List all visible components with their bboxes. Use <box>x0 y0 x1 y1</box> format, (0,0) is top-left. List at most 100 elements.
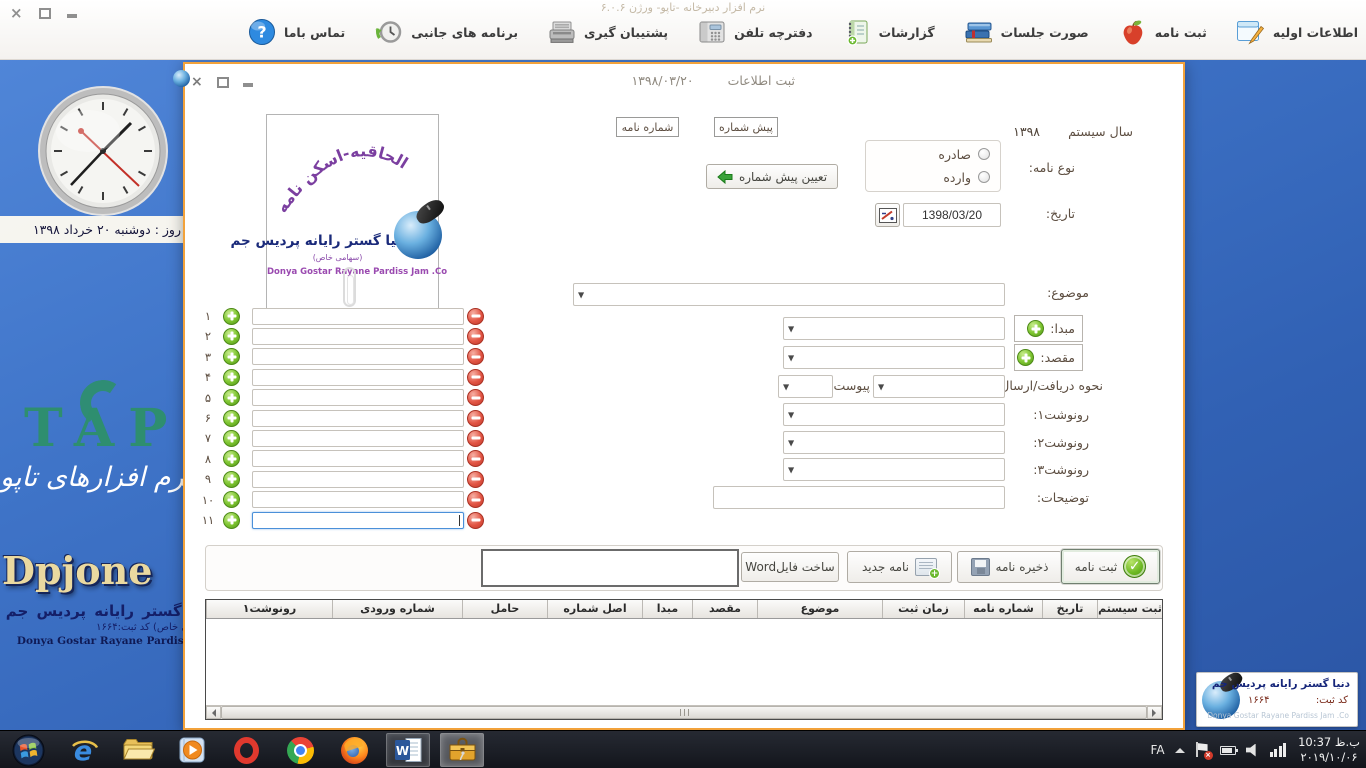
copy2-combobox[interactable]: ▼ <box>783 431 1005 454</box>
scrollbar-thumb[interactable] <box>221 706 1147 719</box>
destination-combobox[interactable]: ▼ <box>783 346 1005 369</box>
taskbar-app-opera[interactable] <box>224 733 268 767</box>
toolbar-item-register-letter[interactable]: ثبت نامه <box>1115 16 1209 48</box>
remove-attachment-icon[interactable] <box>467 389 484 406</box>
remove-attachment-icon[interactable] <box>467 430 484 447</box>
attachment-input[interactable] <box>252 410 464 427</box>
remove-attachment-icon[interactable] <box>467 369 484 386</box>
add-attachment-icon[interactable] <box>223 369 240 386</box>
add-attachment-icon[interactable] <box>223 512 240 529</box>
notes-input[interactable] <box>713 486 1005 509</box>
quick-entry-box[interactable] <box>481 549 739 587</box>
attachment-input[interactable] <box>252 328 464 345</box>
close-icon[interactable]: × <box>191 75 203 89</box>
minimize-icon[interactable] <box>67 14 77 18</box>
attachment-input[interactable] <box>252 430 464 447</box>
attachment-input[interactable] <box>252 348 464 365</box>
taskbar-app-letter-app[interactable] <box>440 733 484 767</box>
taskbar-app-word[interactable]: W <box>386 733 430 767</box>
remove-attachment-icon[interactable] <box>467 308 484 325</box>
language-indicator[interactable]: FA <box>1151 743 1165 757</box>
remove-attachment-icon[interactable] <box>467 348 484 365</box>
toolbar-item-phone-book[interactable]: دفترچه تلفن <box>694 16 814 48</box>
calendar-button[interactable] <box>875 203 900 227</box>
remove-attachment-icon[interactable] <box>467 450 484 467</box>
remove-attachment-icon[interactable] <box>467 410 484 427</box>
attachment-input[interactable] <box>252 369 464 386</box>
add-destination-icon[interactable] <box>1017 349 1034 366</box>
column-header[interactable]: مبدا <box>642 600 692 618</box>
subject-combobox[interactable]: ▼ <box>573 283 1005 306</box>
attachment-input[interactable] <box>252 308 464 325</box>
make-word-file-button[interactable]: ساخت فایلWord <box>741 552 839 582</box>
toolbar-item-side-programs[interactable]: برنامه های جانبی <box>371 16 520 48</box>
taskbar-app-chrome[interactable] <box>278 733 322 767</box>
remove-attachment-icon[interactable] <box>467 471 484 488</box>
radio-outgoing[interactable]: صادره <box>866 141 1000 164</box>
add-attachment-icon[interactable] <box>223 389 240 406</box>
set-pre-number-button[interactable]: تعیین پیش شماره <box>706 164 838 189</box>
add-origin-icon[interactable] <box>1027 320 1044 337</box>
add-attachment-icon[interactable] <box>223 328 240 345</box>
taskbar-clock[interactable]: ب.ظ 10:37 ۲۰۱۹/۱۰/۰۶ <box>1298 735 1360 765</box>
restore-icon[interactable] <box>217 77 229 88</box>
column-header[interactable]: تاریخ <box>1042 600 1097 618</box>
minimize-icon[interactable] <box>243 83 253 87</box>
column-header[interactable]: زمان ثبت <box>882 600 964 618</box>
attachment-combobox[interactable]: ▼ <box>778 375 833 398</box>
battery-icon[interactable] <box>1220 746 1236 755</box>
remove-attachment-icon[interactable] <box>467 512 484 529</box>
copy3-combobox[interactable]: ▼ <box>783 458 1005 481</box>
taskbar-app-start[interactable] <box>4 733 52 767</box>
remove-attachment-icon[interactable] <box>467 328 484 345</box>
taskbar-app-firefox[interactable] <box>332 733 376 767</box>
column-header[interactable]: موضوع <box>757 600 882 618</box>
column-header[interactable]: شماره ورودی <box>332 600 462 618</box>
speaker-icon[interactable] <box>1246 744 1260 757</box>
radio-icon[interactable] <box>978 171 990 183</box>
toolbar-item-basic-info[interactable]: اطلاعات اولیه <box>1233 16 1360 48</box>
toolbar-item-reports[interactable]: گزارشات <box>839 16 937 48</box>
new-letter-button[interactable]: نامه جدید + <box>847 551 952 583</box>
close-icon[interactable]: × <box>10 6 23 20</box>
attachment-input[interactable] <box>252 450 464 467</box>
add-attachment-icon[interactable] <box>223 450 240 467</box>
receive-method-combobox[interactable]: ▼ <box>873 375 1005 398</box>
toolbar-item-backup[interactable]: پشتیبان گیری <box>544 16 670 48</box>
remove-attachment-icon[interactable] <box>467 491 484 508</box>
add-attachment-icon[interactable] <box>223 430 240 447</box>
toolbar-item-contact-us[interactable]: ?تماس باما <box>244 16 347 48</box>
submit-letter-button[interactable]: ثبت نامه <box>1061 549 1160 584</box>
restore-icon[interactable] <box>39 8 51 19</box>
toolbar-item-meeting-minutes[interactable]: صورت جلسات <box>961 16 1091 48</box>
scroll-right-button[interactable] <box>1147 706 1162 719</box>
save-letter-button[interactable]: ذخیره نامه <box>957 551 1062 583</box>
hidden-icons-chevron[interactable] <box>1175 743 1185 753</box>
action-center-icon[interactable]: × <box>1195 742 1210 758</box>
add-attachment-icon[interactable] <box>223 491 240 508</box>
horizontal-scrollbar[interactable] <box>206 705 1162 719</box>
column-header[interactable]: حامل <box>462 600 547 618</box>
network-signal-icon[interactable] <box>1270 743 1287 757</box>
taskbar-app-file-explorer[interactable] <box>116 733 160 767</box>
add-attachment-icon[interactable] <box>223 308 240 325</box>
copy1-combobox[interactable]: ▼ <box>783 403 1005 426</box>
radio-icon[interactable] <box>978 148 990 160</box>
column-header[interactable]: ثبت سیستم <box>1097 600 1162 618</box>
date-input[interactable] <box>903 203 1001 227</box>
table-body[interactable] <box>206 619 1162 705</box>
attachment-input[interactable] <box>252 512 464 529</box>
column-header[interactable]: مقصد <box>692 600 757 618</box>
add-attachment-icon[interactable] <box>223 410 240 427</box>
attachment-input[interactable] <box>252 491 464 508</box>
column-header[interactable]: اصل شماره <box>547 600 642 618</box>
origin-combobox[interactable]: ▼ <box>783 317 1005 340</box>
add-attachment-icon[interactable] <box>223 348 240 365</box>
add-attachment-icon[interactable] <box>223 471 240 488</box>
scroll-left-button[interactable] <box>206 706 221 719</box>
attachment-input[interactable] <box>252 471 464 488</box>
taskbar-app-internet-explorer[interactable]: e <box>62 733 106 767</box>
taskbar-app-media-player[interactable] <box>170 733 214 767</box>
attachment-input[interactable] <box>252 389 464 406</box>
radio-incoming[interactable]: وارده <box>866 164 1000 187</box>
